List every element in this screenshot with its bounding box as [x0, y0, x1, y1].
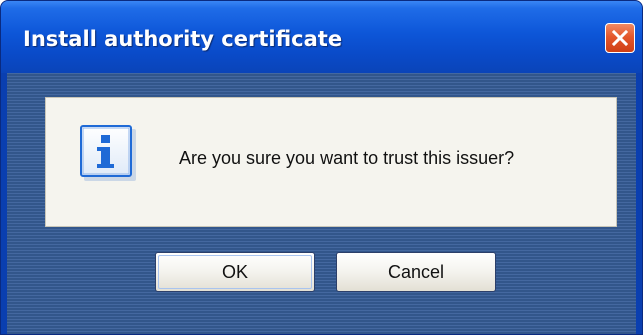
message-text: Are you sure you want to trust this issu…: [179, 148, 515, 168]
dialog-window: Install authority certificate Are you su…: [0, 0, 643, 335]
ok-button[interactable]: OK: [155, 252, 315, 292]
title-bar[interactable]: Install authority certificate: [1, 1, 642, 73]
cancel-button[interactable]: Cancel: [336, 252, 496, 292]
close-icon: [611, 29, 629, 47]
dialog-body: Are you sure you want to trust this issu…: [7, 73, 636, 334]
message-panel: Are you sure you want to trust this issu…: [45, 97, 617, 227]
window-title: Install authority certificate: [23, 27, 343, 51]
close-button[interactable]: [605, 23, 635, 53]
information-icon: [80, 125, 136, 181]
